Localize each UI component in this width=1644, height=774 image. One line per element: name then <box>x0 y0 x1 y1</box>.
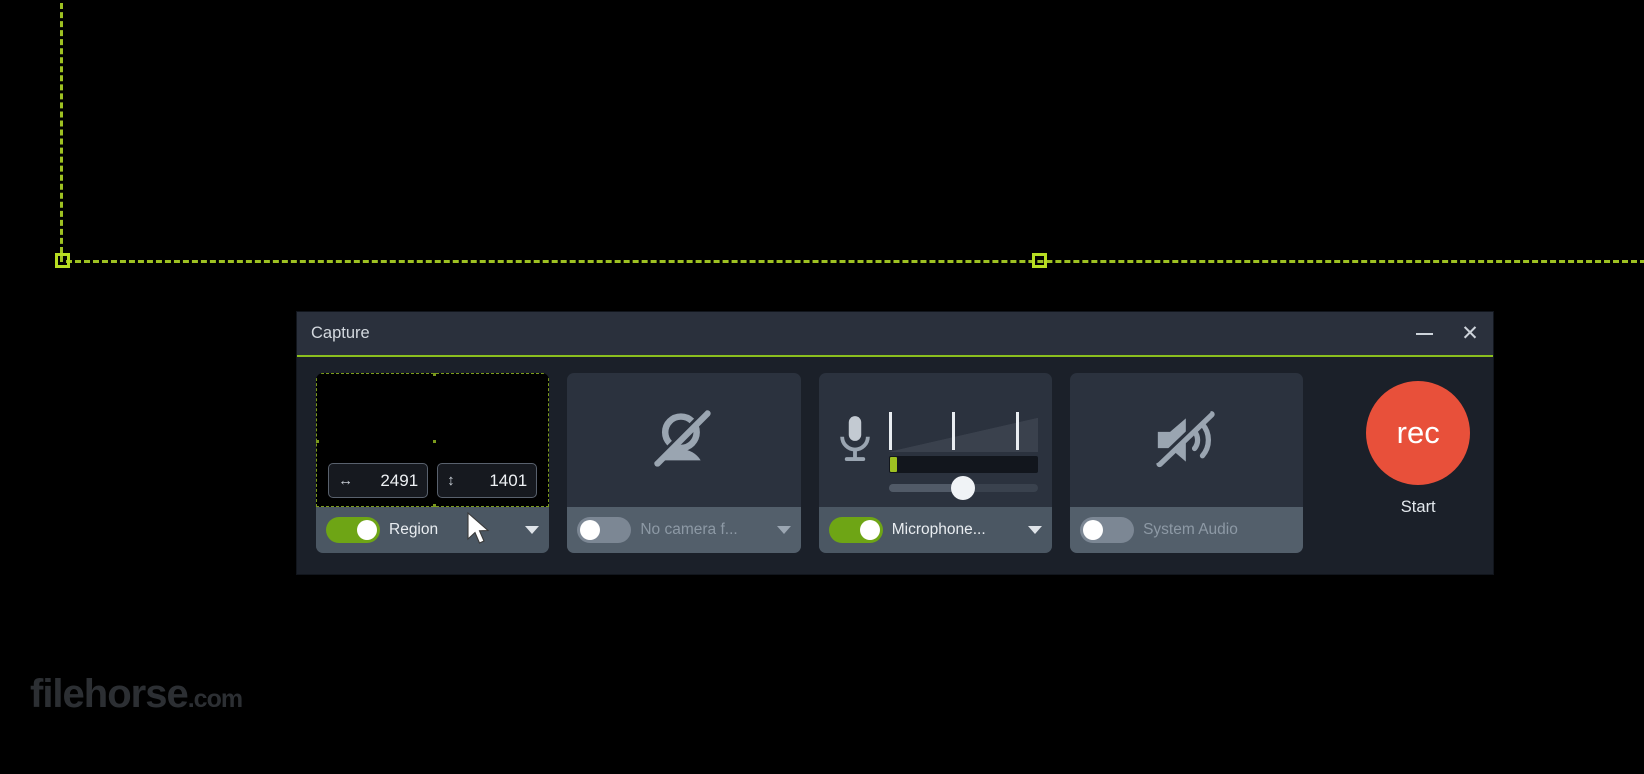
selection-handle-middle[interactable] <box>1032 253 1047 268</box>
system-audio-footer: System Audio <box>1070 507 1304 553</box>
window-controls: ✕ <box>1401 312 1493 355</box>
microphone-panel: Microphone... <box>818 373 1053 553</box>
speaker-mute-icon <box>1155 410 1215 468</box>
record-area: rec Start <box>1343 373 1493 517</box>
region-footer: Region <box>316 507 550 553</box>
watermark-suffix: .com <box>187 685 243 713</box>
mouse-cursor <box>467 512 490 544</box>
horizontal-resize-icon: ↔ <box>338 472 354 489</box>
region-panel: ↔ 2491 ↕ 1401 Region <box>316 373 550 553</box>
minimize-button[interactable] <box>1401 311 1447 356</box>
level-indicator <box>889 457 897 472</box>
record-button[interactable]: rec <box>1366 381 1471 485</box>
title-bar[interactable]: Capture ✕ <box>297 312 1493 357</box>
microphone-label: Microphone... <box>891 521 986 538</box>
camera-off-icon <box>653 409 711 467</box>
system-audio-panel: System Audio <box>1070 373 1304 553</box>
microphone-chevron-down-icon[interactable] <box>1028 526 1043 534</box>
record-label: Start <box>1400 498 1436 516</box>
region-chevron-down-icon[interactable] <box>525 526 540 534</box>
camera-panel: No camera f... <box>567 373 801 553</box>
minimize-icon <box>1415 332 1433 335</box>
system-audio-preview <box>1070 373 1303 507</box>
selection-handle-corner[interactable] <box>55 253 70 268</box>
slider-knob[interactable] <box>951 476 976 500</box>
region-marker-dot <box>432 504 436 507</box>
region-label: Region <box>389 521 439 538</box>
region-height-field[interactable]: ↕ 1401 <box>437 463 538 498</box>
region-toggle[interactable] <box>326 517 380 543</box>
camera-toggle[interactable] <box>577 517 632 543</box>
microphone-level-meter <box>888 456 1039 473</box>
region-marker-dot <box>316 440 319 443</box>
selection-border-vertical <box>60 0 63 262</box>
microphone-visualizer <box>888 404 1039 500</box>
microphone-footer: Microphone... <box>818 507 1053 553</box>
screen-root: filehorse.com Capture ✕ ↔ 2491 ↕ 1401 Re… <box>0 0 1644 774</box>
system-audio-label: System Audio <box>1143 521 1238 538</box>
meter-tick <box>951 412 955 450</box>
toggle-knob <box>859 520 880 540</box>
meter-tick <box>888 412 892 450</box>
microphone-volume-slider[interactable] <box>888 476 1039 500</box>
toggle-knob <box>357 520 377 540</box>
filehorse-watermark: filehorse.com <box>30 672 243 717</box>
vertical-resize-icon: ↕ <box>447 472 455 489</box>
toggle-knob <box>1083 520 1104 540</box>
camera-chevron-down-icon[interactable] <box>776 526 791 534</box>
region-marker-dot <box>432 440 436 443</box>
region-width-value: 2491 <box>380 470 419 490</box>
region-height-value: 1401 <box>489 470 528 490</box>
region-width-field[interactable]: ↔ 2491 <box>328 463 429 498</box>
camera-footer: No camera f... <box>567 507 801 553</box>
camera-preview <box>567 373 800 507</box>
close-icon: ✕ <box>1461 322 1479 345</box>
watermark-name: filehorse <box>30 672 189 716</box>
region-marker-dot <box>432 373 436 376</box>
camera-label: No camera f... <box>640 521 738 538</box>
microphone-icon <box>839 416 870 461</box>
microphone-preview <box>819 373 1052 507</box>
system-audio-toggle[interactable] <box>1080 517 1135 543</box>
microphone-toggle[interactable] <box>828 517 883 543</box>
region-dimension-row: ↔ 2491 ↕ 1401 <box>328 463 538 498</box>
close-button[interactable]: ✕ <box>1447 311 1493 356</box>
window-title: Capture <box>311 324 370 342</box>
selection-border-horizontal <box>66 260 1644 263</box>
toggle-knob <box>580 520 601 540</box>
region-preview[interactable]: ↔ 2491 ↕ 1401 <box>316 373 550 507</box>
meter-tick <box>1015 412 1019 450</box>
